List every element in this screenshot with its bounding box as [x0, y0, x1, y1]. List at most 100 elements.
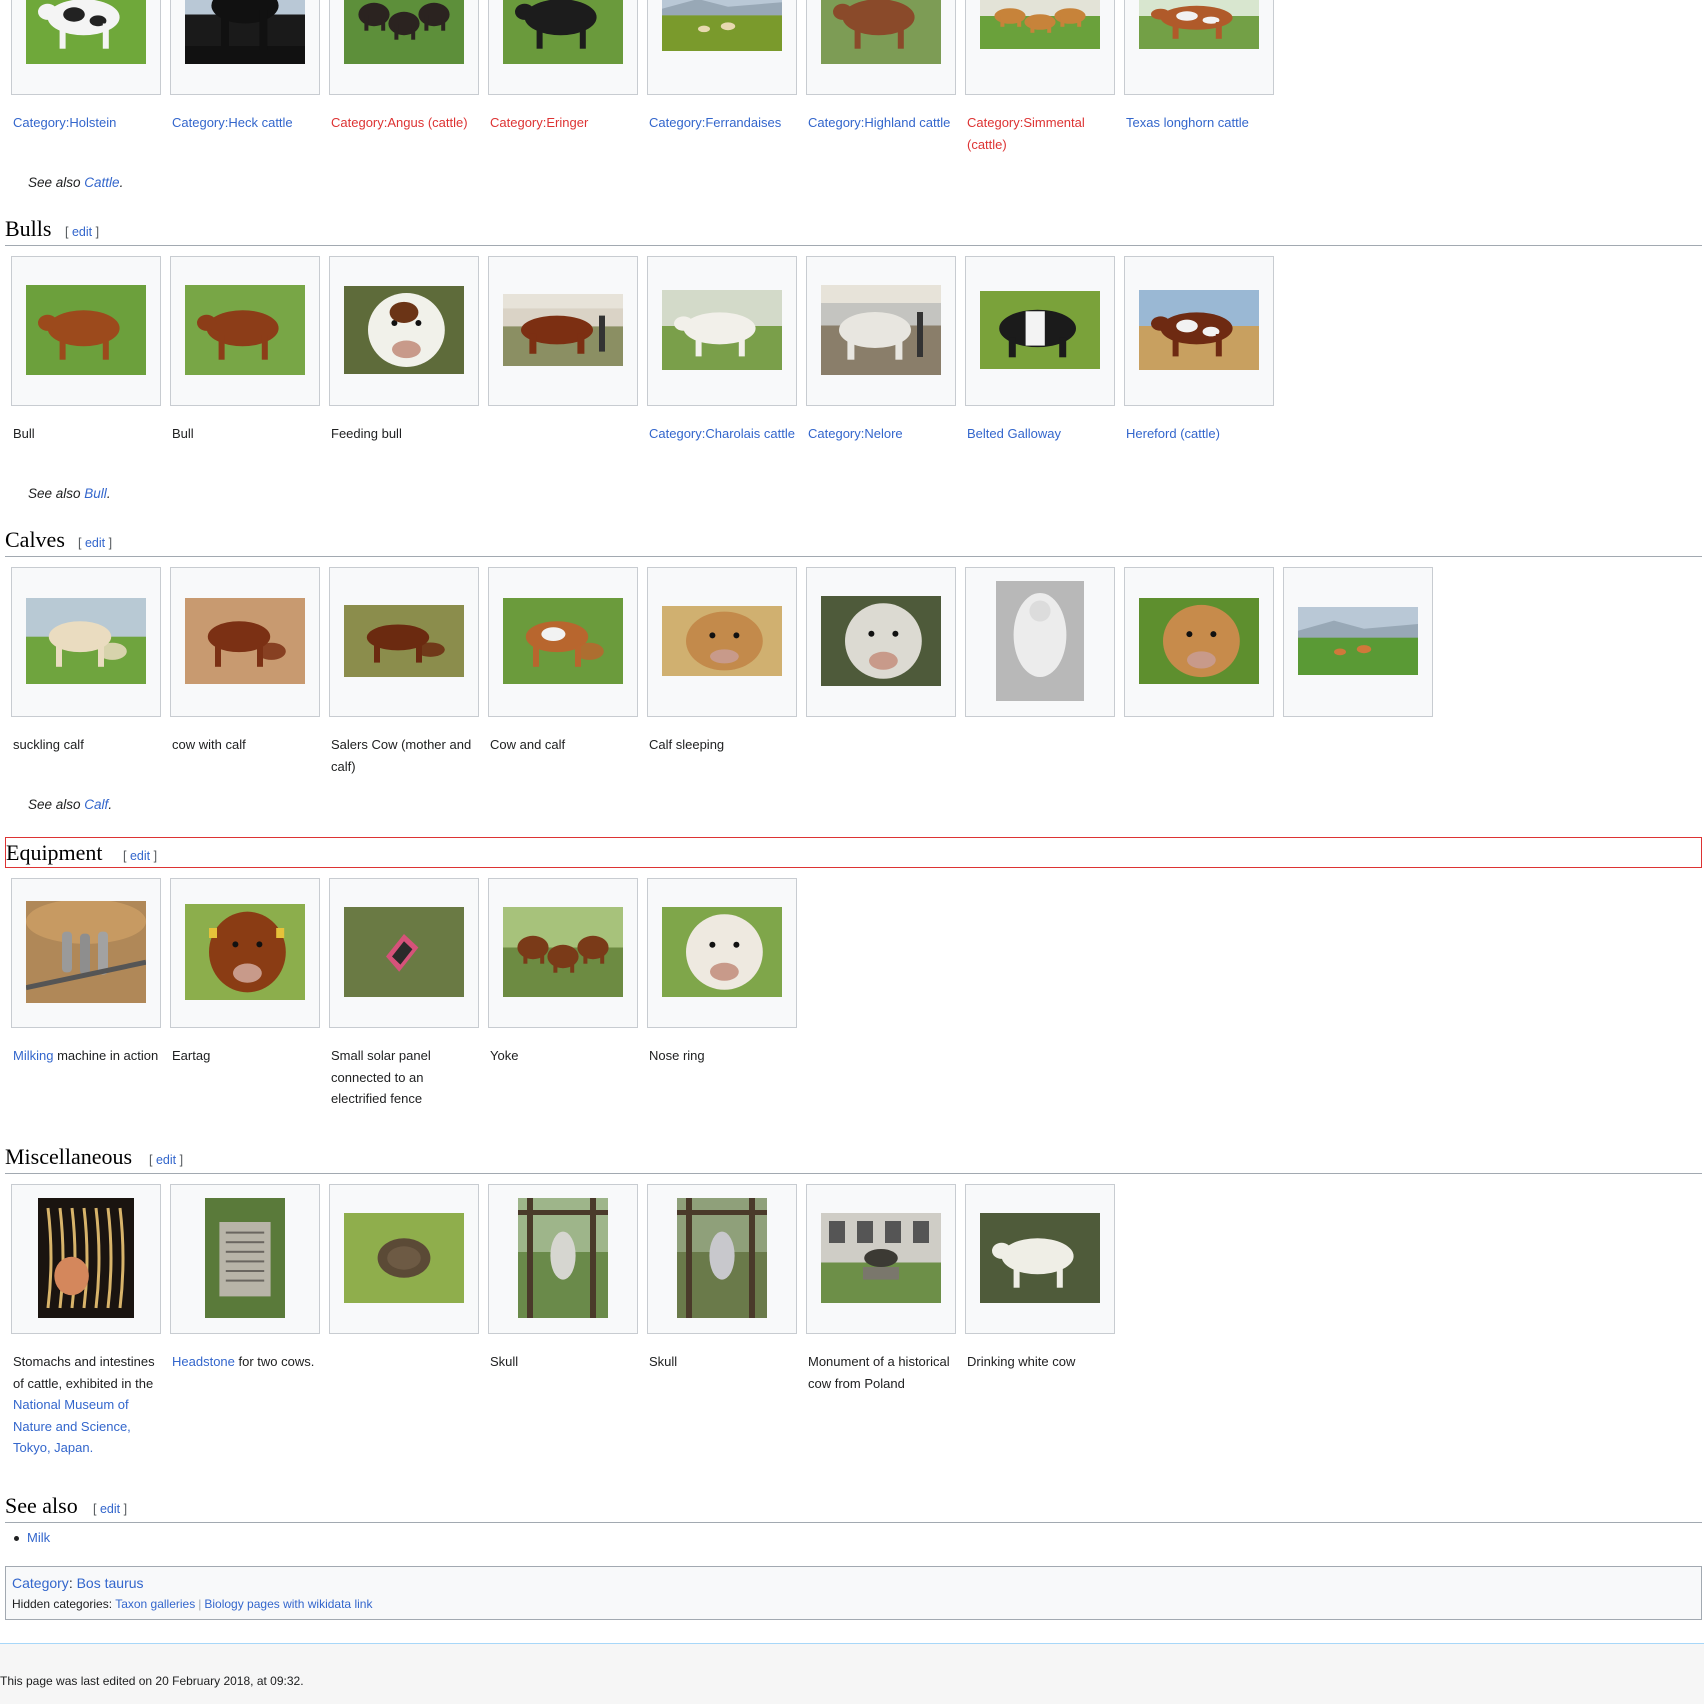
skull1-photo[interactable] [518, 1197, 608, 1321]
bull2-photo[interactable] [185, 284, 305, 378]
gallery-thumbnail[interactable] [1283, 567, 1433, 717]
suckling-photo[interactable] [26, 597, 146, 687]
gallery-thumbnail[interactable] [965, 567, 1115, 717]
edit-link[interactable]: edit [130, 849, 150, 863]
cowcalf-photo[interactable] [185, 597, 305, 687]
gallery-thumbnail[interactable] [647, 0, 797, 95]
gallery-thumbnail[interactable] [647, 567, 797, 717]
gallery-thumbnail[interactable] [329, 0, 479, 95]
gallery-thumbnail[interactable] [11, 567, 161, 717]
caption-link[interactable]: Category:Heck cattle [172, 115, 293, 130]
eringer-photo[interactable] [503, 0, 623, 67]
hereford-photo[interactable] [1139, 289, 1259, 373]
salers-photo[interactable] [344, 604, 464, 680]
stomach-photo[interactable] [38, 1197, 134, 1321]
gallery-thumbnail[interactable] [965, 1184, 1115, 1334]
heck-photo[interactable] [185, 0, 305, 67]
bull-link[interactable]: Bull [84, 486, 107, 501]
gallery-thumbnail[interactable] [329, 567, 479, 717]
gallery-thumbnail[interactable] [806, 0, 956, 95]
drinking-photo[interactable] [980, 1212, 1100, 1306]
caption-link[interactable]: Texas longhorn cattle [1126, 115, 1249, 130]
feeding-photo[interactable] [344, 285, 464, 377]
edit-link[interactable]: edit [85, 536, 105, 550]
cattle-link[interactable]: Cattle [84, 175, 119, 190]
gallery-thumbnail[interactable] [329, 878, 479, 1028]
showbull-photo[interactable] [503, 293, 623, 369]
gallery-thumbnail[interactable] [170, 878, 320, 1028]
angus-photo[interactable] [344, 0, 464, 67]
caption-link[interactable]: Hereford (cattle) [1126, 426, 1220, 441]
gallery-thumbnail[interactable] [965, 256, 1115, 406]
solar-photo[interactable] [344, 906, 464, 1000]
gallery-thumbnail[interactable] [11, 0, 161, 95]
hidden-category-biology-pages[interactable]: Biology pages with wikidata link [204, 1597, 372, 1611]
caption-link[interactable]: Belted Galloway [967, 426, 1061, 441]
category-label-link[interactable]: Category [12, 1575, 69, 1591]
belted-photo[interactable] [980, 290, 1100, 372]
milking-photo[interactable] [25, 898, 147, 1006]
gallery-thumbnail[interactable] [647, 1184, 797, 1334]
caption-link[interactable]: Category:Charolais cattle [649, 426, 795, 441]
caption-link[interactable]: Category:Holstein [13, 115, 116, 130]
gallery-thumbnail[interactable] [647, 256, 797, 406]
gallery-thumbnail[interactable] [806, 567, 956, 717]
gallery-thumbnail[interactable] [488, 256, 638, 406]
monument-photo[interactable] [821, 1212, 941, 1306]
gallery-thumbnail[interactable] [1124, 256, 1274, 406]
category-bos-taurus-link[interactable]: Bos taurus [77, 1575, 144, 1591]
bwcalf-photo[interactable] [996, 580, 1084, 704]
edit-link[interactable]: edit [72, 225, 92, 239]
headstone-photo[interactable] [205, 1197, 285, 1321]
edit-link[interactable]: edit [156, 1153, 176, 1167]
bull1-photo[interactable] [26, 284, 146, 378]
gallery-thumbnail[interactable] [11, 256, 161, 406]
caption-link[interactable]: Category:Eringer [490, 115, 588, 130]
gallery-thumbnail[interactable] [647, 878, 797, 1028]
gallery-thumbnail[interactable] [488, 1184, 638, 1334]
simmental-photo[interactable] [980, 0, 1100, 52]
calf-link[interactable]: Calf [84, 797, 108, 812]
holstein-photo[interactable] [26, 0, 146, 67]
gallery-thumbnail[interactable] [170, 256, 320, 406]
gallery-thumbnail[interactable] [806, 256, 956, 406]
gallery-thumbnail[interactable] [1124, 0, 1274, 95]
caption-link[interactable]: National Museum of Nature and Science, T… [13, 1397, 131, 1455]
hidden-category-taxon-galleries[interactable]: Taxon galleries [115, 1597, 195, 1611]
gallery-thumbnail[interactable] [806, 1184, 956, 1334]
gallery-thumbnail[interactable] [1124, 567, 1274, 717]
sleeping-photo[interactable] [662, 605, 782, 679]
gallery-thumbnail[interactable] [488, 878, 638, 1028]
gallery-thumbnail[interactable] [488, 0, 638, 95]
gallery-thumbnail[interactable] [170, 1184, 320, 1334]
caption-link[interactable]: Milking [13, 1048, 53, 1063]
highland-photo[interactable] [821, 0, 941, 67]
edit-link[interactable]: edit [100, 1502, 120, 1516]
gallery-thumbnail[interactable] [329, 1184, 479, 1334]
caption-link[interactable]: Category:Simmental (cattle) [967, 115, 1085, 152]
gallery-thumbnail[interactable] [11, 878, 161, 1028]
nelore-photo[interactable] [821, 284, 941, 378]
nosering-photo[interactable] [662, 906, 782, 1000]
gallery-thumbnail[interactable] [488, 567, 638, 717]
longhorn-photo[interactable] [1139, 0, 1259, 52]
gallery-thumbnail[interactable] [329, 256, 479, 406]
skull2-photo[interactable] [677, 1197, 767, 1321]
jerseycalf-photo[interactable] [1139, 597, 1259, 687]
caption-link[interactable]: Category:Nelore [808, 426, 903, 441]
caption-link[interactable]: Category:Highland cattle [808, 115, 950, 130]
charolais-photo[interactable] [662, 289, 782, 373]
caption-link[interactable]: Category:Ferrandaises [649, 115, 781, 130]
eartag-photo[interactable] [185, 903, 305, 1003]
gallery-thumbnail[interactable] [170, 567, 320, 717]
milk-link[interactable]: Milk [27, 1530, 50, 1545]
yoke-photo[interactable] [503, 906, 623, 1000]
caption-link[interactable]: Headstone [172, 1354, 235, 1369]
cowandcalf-photo[interactable] [503, 597, 623, 687]
fieldcalf-photo[interactable] [1298, 606, 1418, 678]
dung-photo[interactable] [344, 1212, 464, 1306]
caption-link[interactable]: Category:Angus (cattle) [331, 115, 468, 130]
ferrandaise-photo[interactable] [662, 0, 782, 54]
brahmancalf-photo[interactable] [821, 595, 941, 689]
gallery-thumbnail[interactable] [965, 0, 1115, 95]
